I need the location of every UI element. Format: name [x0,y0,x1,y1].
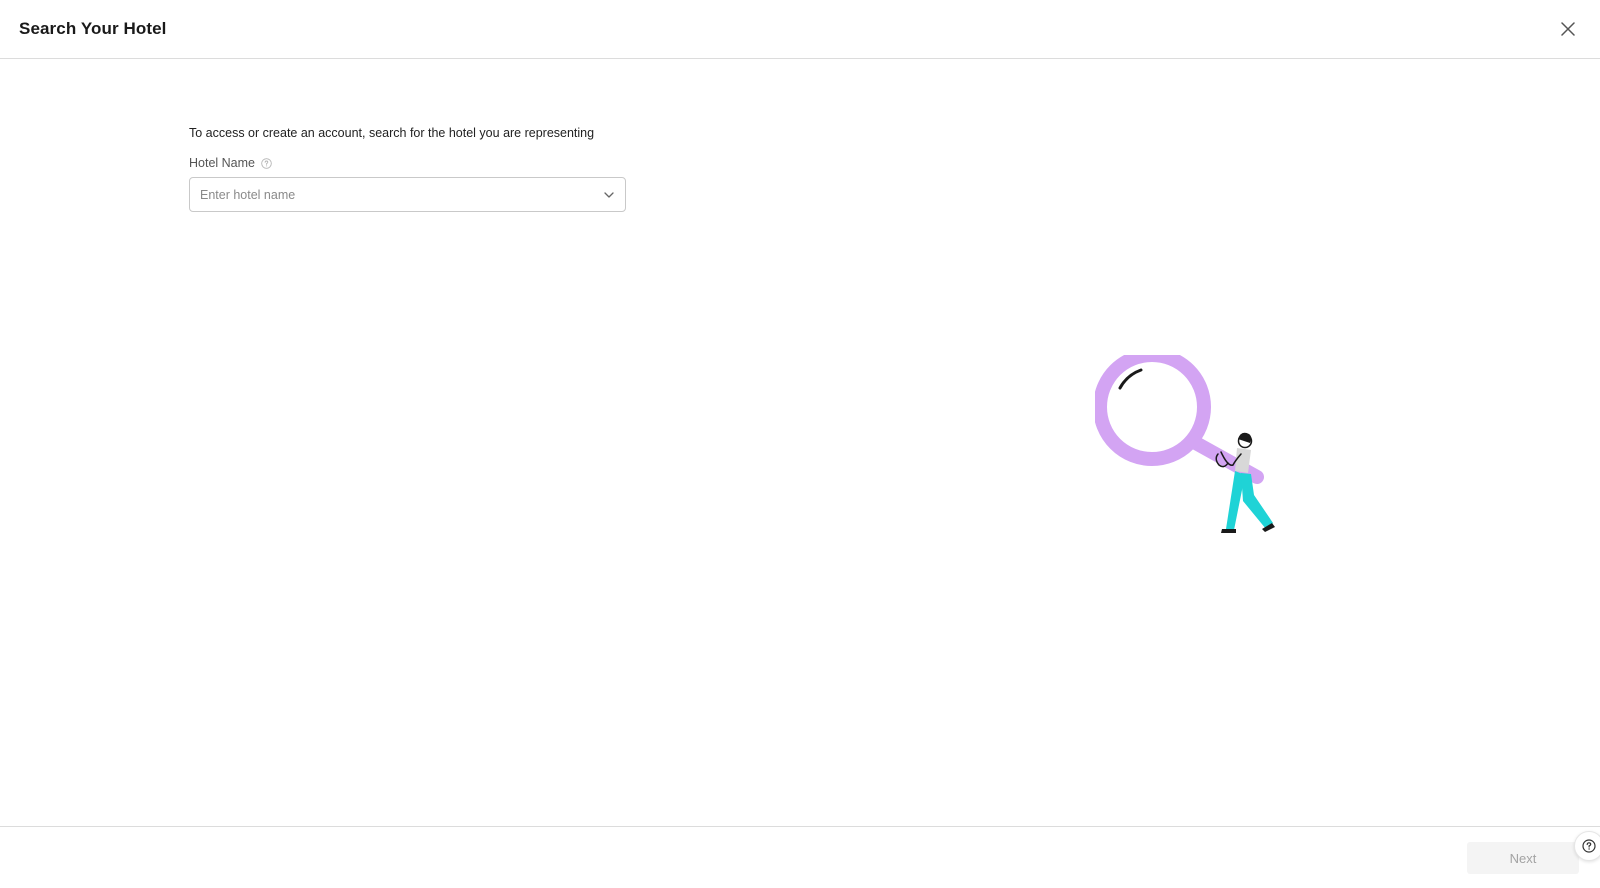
intro-text: To access or create an account, search f… [189,126,595,140]
hotel-name-select[interactable] [189,177,626,212]
person-shoe-back [1221,529,1236,533]
search-form: To access or create an account, search f… [189,124,629,212]
modal-header: Search Your Hotel [0,0,1600,59]
hotel-name-label-row: Hotel Name [189,154,629,172]
info-icon[interactable] [261,157,272,169]
help-icon [1582,839,1596,853]
close-button[interactable] [1557,18,1579,40]
chevron-down-icon[interactable] [602,188,616,202]
close-icon [1561,22,1575,36]
modal-footer: Next [0,826,1600,888]
person-with-magnifying-glass-illustration [1093,348,1295,545]
help-button[interactable] [1574,831,1600,861]
search-hotel-modal: Search Your Hotel To access or create an… [0,0,1600,888]
page-title: Search Your Hotel [19,19,167,38]
hotel-name-label: Hotel Name [189,156,255,170]
hotel-name-input[interactable] [200,187,580,202]
lens-glare [1118,368,1143,390]
next-button[interactable]: Next [1467,842,1579,874]
